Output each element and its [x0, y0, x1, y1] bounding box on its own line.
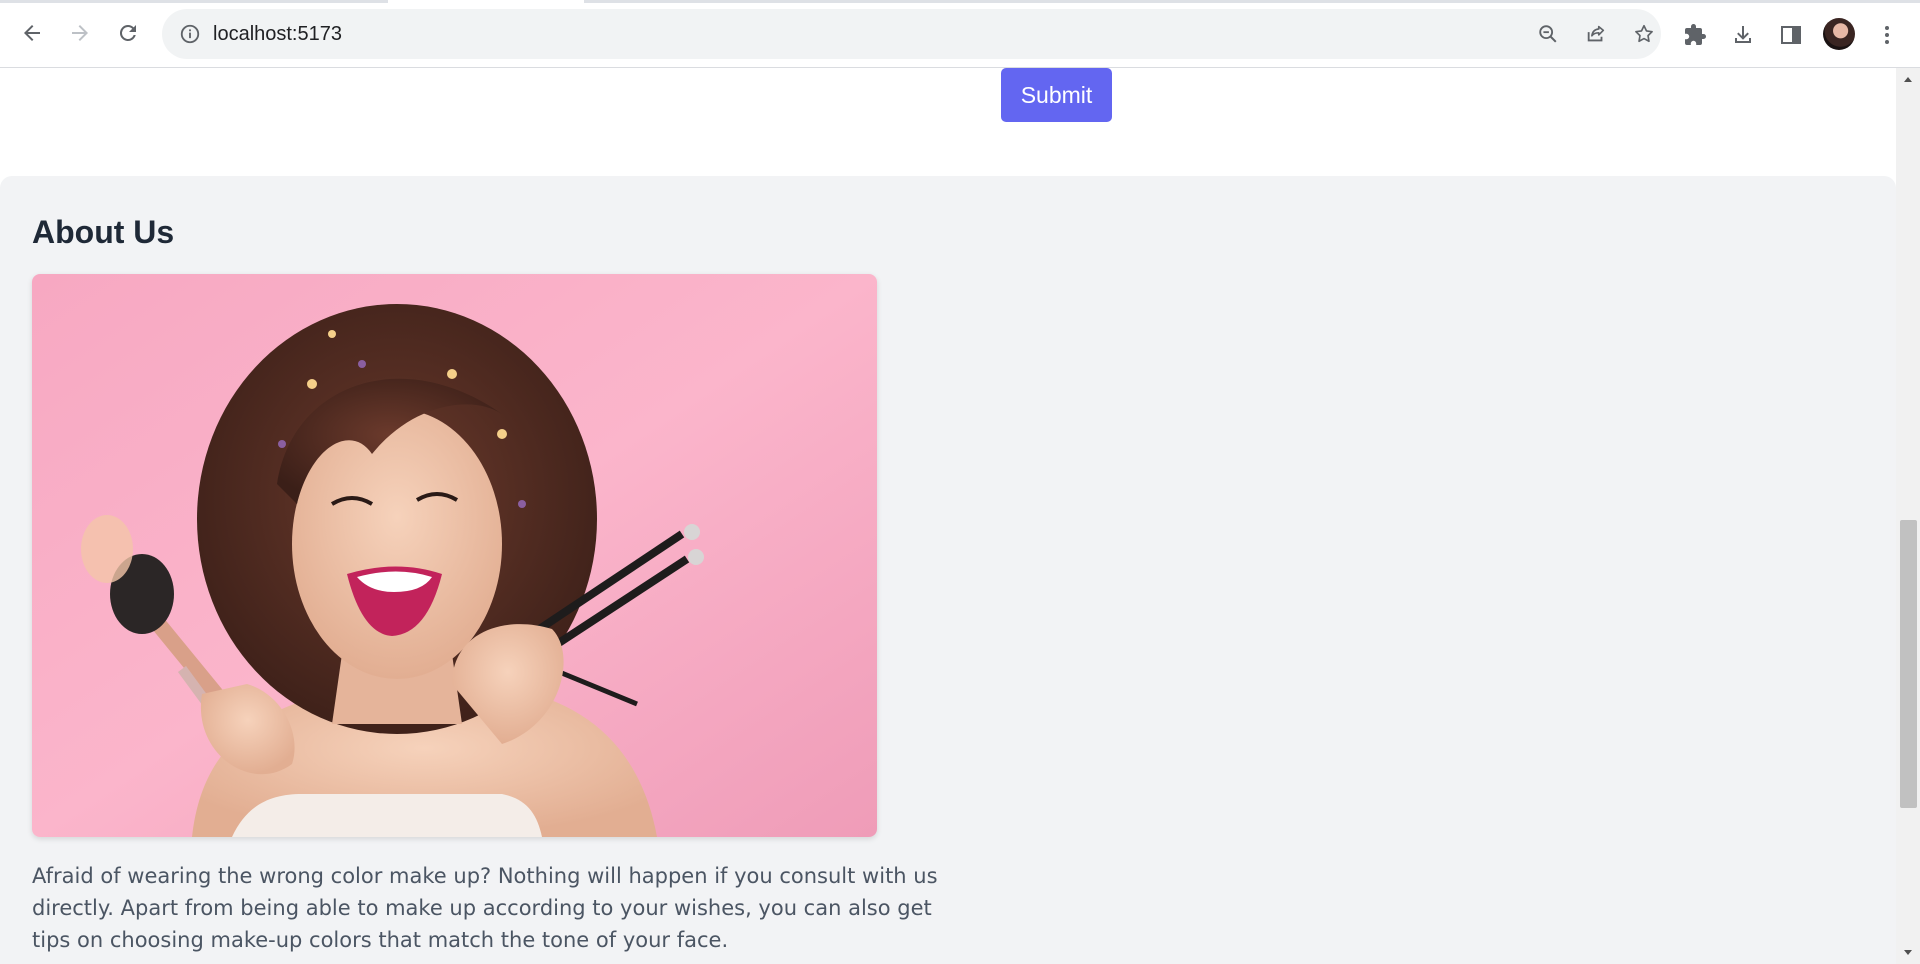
arrow-right-icon [72, 25, 88, 41]
info-icon[interactable] [178, 22, 202, 46]
submit-button[interactable]: Submit [1001, 68, 1112, 122]
zoom-out-icon[interactable] [1536, 22, 1560, 46]
about-paragraph: Afraid of wearing the wrong color make u… [32, 864, 938, 952]
page-viewport: Submit About Us Afraid of wearing the wr… [0, 68, 1896, 964]
active-tab-indicator [388, 0, 584, 3]
about-image [32, 274, 877, 837]
share-icon[interactable] [1584, 22, 1608, 46]
scroll-down-arrow-icon[interactable] [1896, 940, 1920, 964]
download-icon[interactable] [1730, 22, 1756, 48]
about-heading: About Us [32, 214, 175, 250]
makeup-photo [32, 274, 877, 837]
url-text[interactable]: localhost:5173 [213, 22, 342, 46]
star-icon[interactable] [1632, 22, 1656, 46]
scroll-thumb[interactable] [1900, 520, 1917, 808]
back-button[interactable] [16, 17, 48, 49]
puzzle-icon[interactable] [1682, 22, 1708, 48]
scroll-up-arrow-icon[interactable] [1896, 68, 1920, 92]
browser-toolbar: localhost:5173 [0, 0, 1920, 68]
tab-strip [0, 0, 1920, 3]
about-section: About Us Afraid of wearing the wrong col… [0, 176, 1896, 964]
forward-button[interactable] [64, 17, 96, 49]
page-scrollbar[interactable] [1896, 68, 1920, 964]
reload-icon [119, 24, 136, 41]
kebab-menu-icon[interactable] [1874, 22, 1900, 48]
address-bar[interactable]: localhost:5173 [162, 9, 1661, 59]
profile-avatar[interactable] [1823, 18, 1855, 50]
side-panel-icon[interactable] [1778, 22, 1804, 48]
reload-button[interactable] [112, 17, 144, 49]
arrow-left-icon [24, 25, 40, 41]
